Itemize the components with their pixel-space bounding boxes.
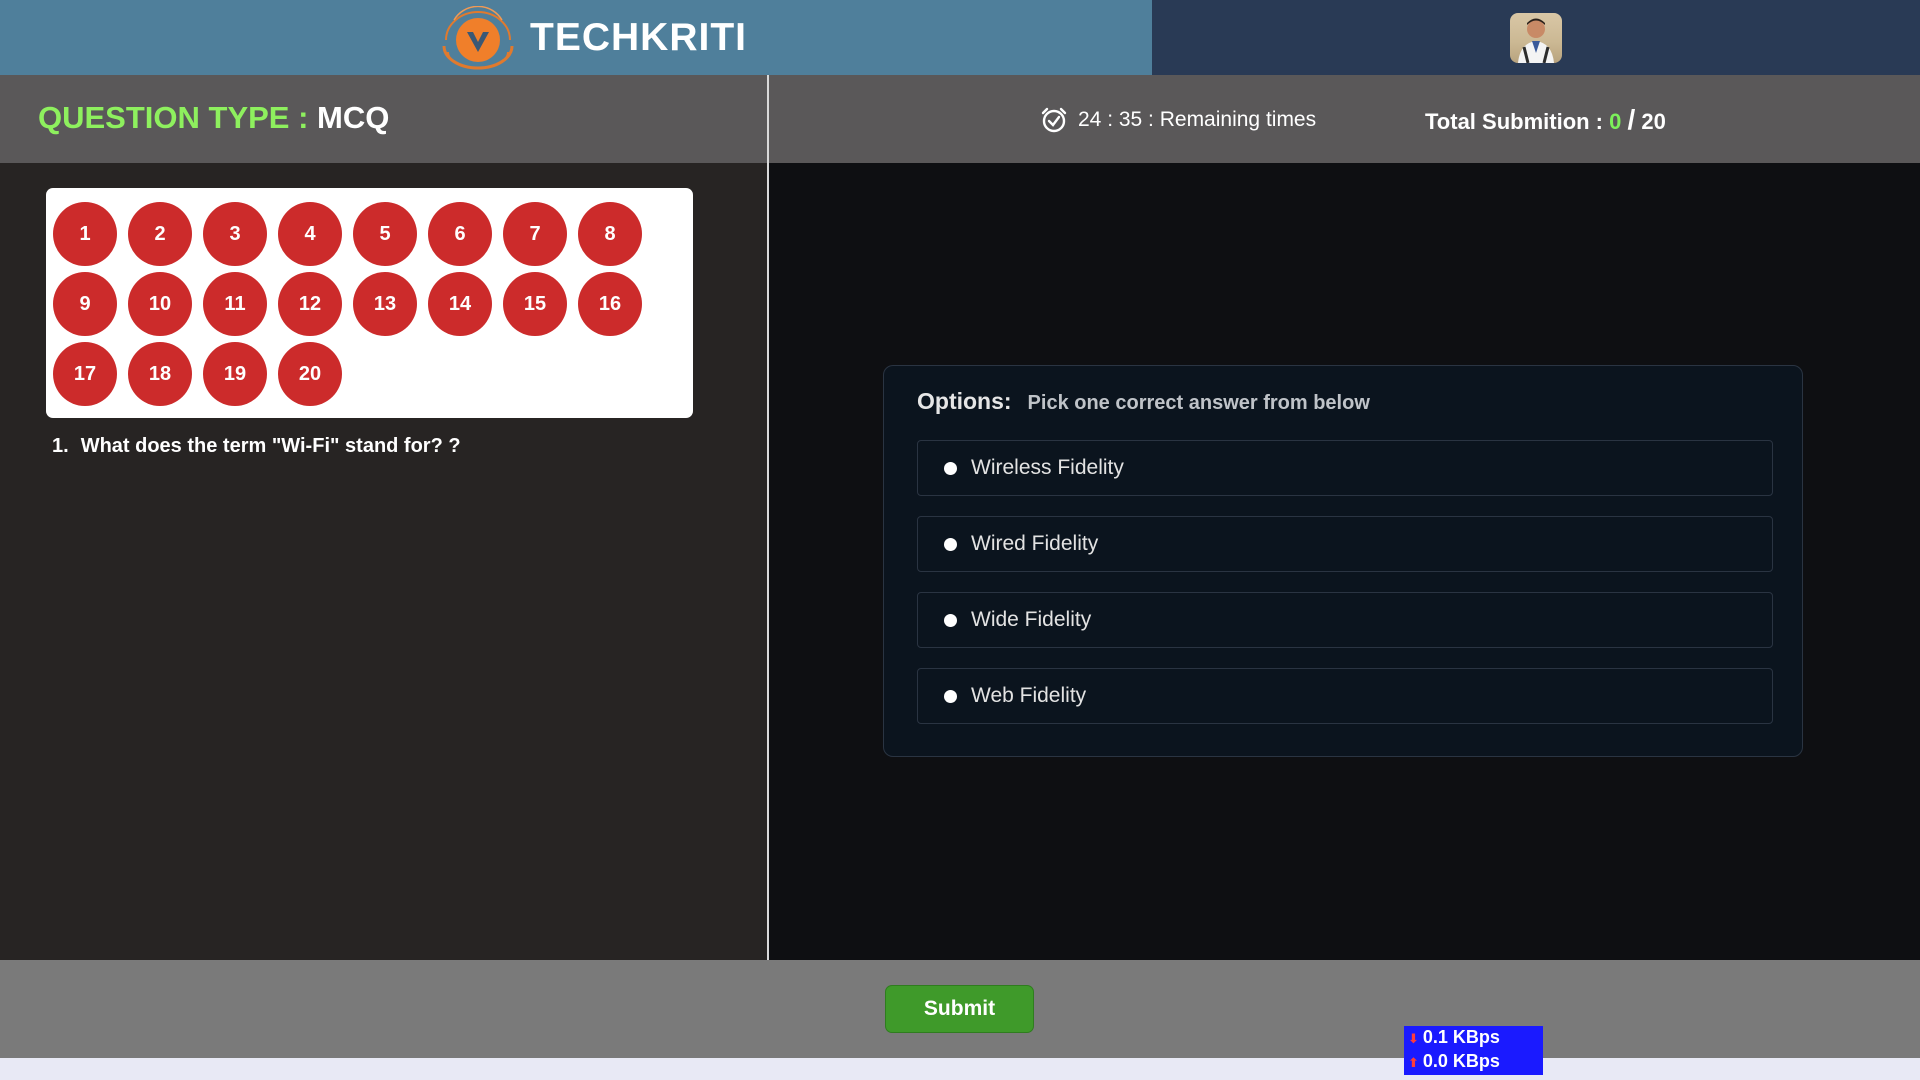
options-instruction: Pick one correct answer from below	[1027, 392, 1370, 414]
avatar-illustration	[1518, 18, 1554, 63]
download-speed-row: ⬇ 0.1 KBps	[1408, 1026, 1543, 1050]
question-number-button[interactable]: 11	[203, 272, 267, 336]
option-item[interactable]: Wide Fidelity	[917, 592, 1773, 648]
option-label: Wide Fidelity	[971, 608, 1092, 631]
option-item[interactable]: Web Fidelity	[917, 668, 1773, 724]
option-label: Wireless Fidelity	[971, 456, 1124, 479]
question-type: QUESTION TYPE : MCQ	[38, 100, 389, 136]
radio-icon[interactable]	[944, 461, 957, 475]
question-number-button[interactable]: 15	[503, 272, 567, 336]
options-header: Options: Pick one correct answer from be…	[917, 388, 1370, 415]
arrow-down-icon: ⬇	[1408, 1031, 1419, 1046]
header-brand-area: TECHKRITI	[0, 0, 1152, 75]
question-number-button[interactable]: 3	[203, 202, 267, 266]
question-number-button[interactable]: 16	[578, 272, 642, 336]
radio-icon[interactable]	[944, 689, 957, 703]
timer: 24 : 35 : Remaining times	[1040, 106, 1316, 134]
question-number-button[interactable]: 7	[503, 202, 567, 266]
question-number: 1.	[52, 435, 69, 457]
arrow-up-icon: ⬆	[1408, 1055, 1419, 1070]
options-card: Options: Pick one correct answer from be…	[883, 365, 1803, 757]
question-number-button[interactable]: 18	[128, 342, 192, 406]
submission-total: 20	[1641, 109, 1666, 134]
submission-label: Total Submition :	[1425, 109, 1604, 134]
question-number-button[interactable]: 13	[353, 272, 417, 336]
option-label: Web Fidelity	[971, 684, 1087, 707]
submission-separator: /	[1627, 104, 1636, 135]
question-text: What does the term "Wi-Fi" stand for? ?	[80, 435, 461, 457]
radio-icon[interactable]	[944, 613, 957, 627]
question-number-button[interactable]: 5	[353, 202, 417, 266]
option-item[interactable]: Wireless Fidelity	[917, 440, 1773, 496]
submission-done: 0	[1609, 109, 1622, 134]
question-number-button[interactable]: 10	[128, 272, 192, 336]
options-title: Options:	[917, 388, 1012, 414]
upload-speed-row: ⬆ 0.0 KBps	[1408, 1050, 1543, 1074]
question-number-button[interactable]: 1	[53, 202, 117, 266]
option-item[interactable]: Wired Fidelity	[917, 516, 1773, 572]
question-number-button[interactable]: 6	[428, 202, 492, 266]
upload-speed: 0.0 KBps	[1422, 1051, 1500, 1071]
user-avatar-icon[interactable]	[1510, 13, 1562, 63]
question-number-button[interactable]: 9	[53, 272, 117, 336]
download-speed: 0.1 KBps	[1422, 1027, 1500, 1047]
question-number-button[interactable]: 2	[128, 202, 192, 266]
option-label: Wired Fidelity	[971, 532, 1099, 555]
brand: TECHKRITI	[440, 6, 747, 70]
question-number-button[interactable]: 14	[428, 272, 492, 336]
question-number-button[interactable]: 19	[203, 342, 267, 406]
radio-icon[interactable]	[944, 537, 957, 551]
question-type-label: QUESTION TYPE :	[38, 100, 309, 135]
brand-name: TECHKRITI	[530, 16, 747, 59]
question-number-button[interactable]: 12	[278, 272, 342, 336]
techkriti-logo-icon	[442, 6, 514, 70]
submit-button[interactable]: Submit	[885, 985, 1034, 1033]
top-header: TECHKRITI	[0, 0, 1920, 75]
question-number-button[interactable]: 20	[278, 342, 342, 406]
timer-text: 24 : 35 : Remaining times	[1078, 108, 1317, 131]
question-number-button[interactable]: 4	[278, 202, 342, 266]
network-speed-widget: ⬇ 0.1 KBps ⬆ 0.0 KBps	[1404, 1026, 1543, 1075]
question: 1. What does the term "Wi-Fi" stand for?…	[52, 435, 461, 458]
alarm-clock-icon	[1041, 107, 1067, 133]
question-number-button[interactable]: 8	[578, 202, 642, 266]
question-type-value: MCQ	[317, 100, 390, 135]
question-navigator: 1 2 3 4 5 6 7 8 9 10 11 12 13 14 15 16 1…	[46, 188, 693, 418]
footer-strip	[0, 1058, 1920, 1080]
total-submission: Total Submition : 0 / 20	[1425, 104, 1666, 136]
question-number-button[interactable]: 17	[53, 342, 117, 406]
